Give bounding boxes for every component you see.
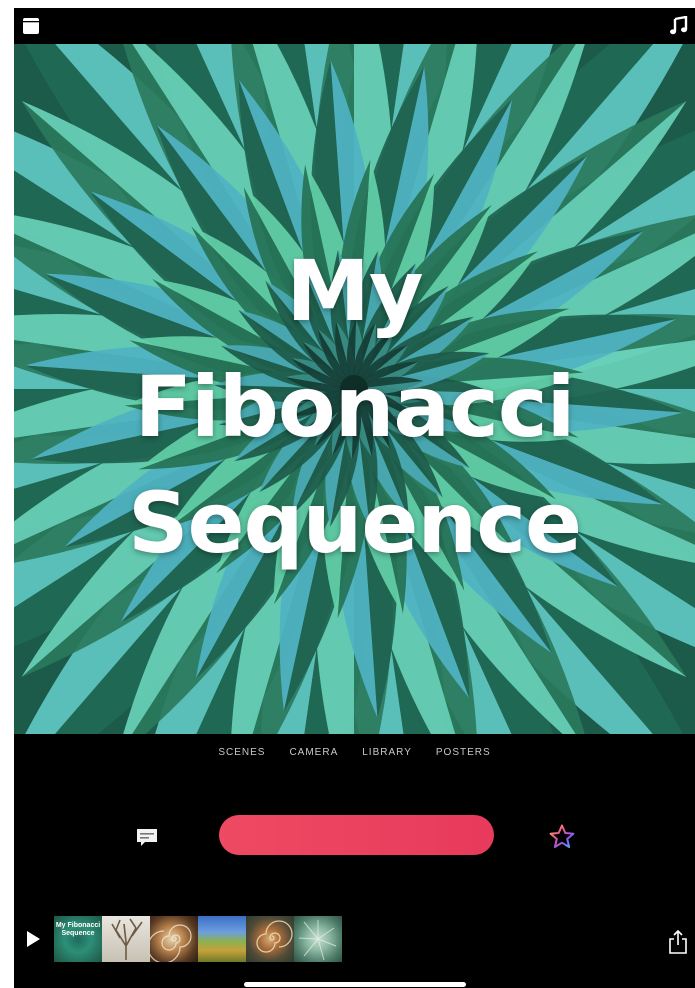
tab-camera[interactable]: CAMERA bbox=[289, 747, 338, 758]
caption-bubble-icon[interactable] bbox=[135, 825, 159, 849]
title-preview: My Fibonacci Sequence bbox=[14, 44, 695, 734]
tab-scenes[interactable]: SCENES bbox=[218, 747, 265, 758]
star-icon[interactable] bbox=[548, 823, 576, 851]
title-overlay: My Fibonacci Sequence bbox=[14, 44, 695, 734]
play-icon[interactable] bbox=[24, 929, 42, 949]
thumbnail-shell[interactable] bbox=[150, 916, 198, 962]
thumbnail-succulent[interactable] bbox=[294, 916, 342, 962]
title-line-1: My bbox=[286, 242, 423, 341]
tab-posters[interactable]: POSTERS bbox=[436, 747, 491, 758]
home-indicator bbox=[244, 982, 466, 987]
app-frame: My Fibonacci Sequence SCENES CAMERA LIBR… bbox=[14, 8, 695, 988]
music-note-icon[interactable] bbox=[669, 16, 689, 36]
record-button[interactable] bbox=[219, 815, 494, 855]
layout-icon[interactable] bbox=[22, 17, 40, 35]
thumbnail-tree[interactable] bbox=[102, 916, 150, 962]
thumbnail-label: My Fibonacci Sequence bbox=[55, 922, 101, 938]
thumbnail-landscape[interactable] bbox=[198, 916, 246, 962]
timeline-strip: My Fibonacci Sequence bbox=[54, 916, 342, 962]
mode-tabs: SCENES CAMERA LIBRARY POSTERS bbox=[14, 747, 695, 758]
thumbnail-snail[interactable] bbox=[246, 916, 294, 962]
top-bar bbox=[14, 8, 695, 44]
title-line-3: Sequence bbox=[128, 473, 582, 572]
share-icon[interactable] bbox=[667, 929, 689, 955]
tab-library[interactable]: LIBRARY bbox=[362, 747, 412, 758]
thumbnail-title-card[interactable]: My Fibonacci Sequence bbox=[54, 916, 102, 962]
title-line-2: Fibonacci bbox=[134, 358, 576, 457]
